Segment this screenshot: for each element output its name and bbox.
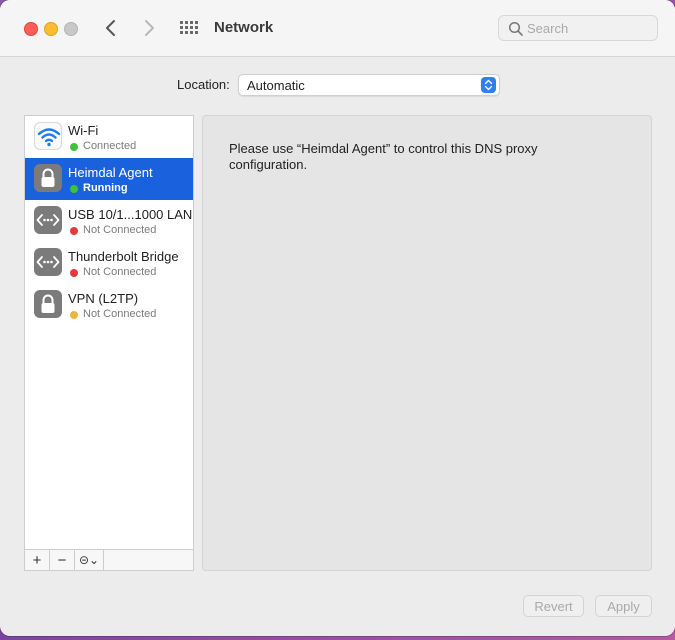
location-popup[interactable]: Automatic [238, 74, 500, 96]
service-status: Running [83, 182, 128, 194]
zoom-window-button[interactable] [64, 22, 78, 36]
service-name: Thunderbolt Bridge [68, 249, 179, 264]
wifi-icon [34, 122, 62, 150]
ethernet-icon [34, 248, 62, 276]
service-status: Not Connected [83, 308, 157, 320]
search-input[interactable] [527, 19, 652, 37]
grid-icon [180, 21, 198, 34]
ethernet-icon [34, 206, 62, 234]
popup-stepper-icon [481, 77, 496, 93]
service-list: Wi-Fi Connected Heimdal Agent Running US… [24, 115, 194, 571]
location-value: Automatic [247, 78, 305, 93]
status-dot [70, 311, 78, 319]
service-status: Connected [83, 140, 137, 152]
lock-icon [34, 290, 62, 318]
search-icon [508, 21, 524, 37]
window-title: Network [214, 19, 274, 36]
service-status: Not Connected [83, 266, 157, 278]
add-service-button[interactable]: + [25, 550, 50, 570]
service-detail-pane: Please use “Heimdal Agent” to control th… [202, 115, 652, 571]
service-item-usb-lan[interactable]: USB 10/1...1000 LAN Not Connected [25, 200, 193, 242]
service-name: Heimdal Agent [68, 165, 153, 180]
status-dot [70, 269, 78, 277]
status-dot [70, 185, 78, 193]
forward-button[interactable] [138, 17, 160, 39]
chevron-left-icon [106, 20, 115, 36]
remove-service-button[interactable]: − [50, 550, 75, 570]
search-field[interactable] [498, 15, 658, 41]
action-menu-button[interactable]: ⊝⌄ [75, 550, 104, 570]
service-name: USB 10/1...1000 LAN [68, 207, 193, 222]
revert-button[interactable]: Revert [523, 595, 584, 617]
service-name: VPN (L2TP) [68, 291, 139, 306]
lock-icon [34, 164, 62, 192]
service-item-vpn-l2tp[interactable]: VPN (L2TP) Not Connected [25, 284, 193, 326]
chevron-right-icon [145, 20, 154, 36]
dns-proxy-message: Please use “Heimdal Agent” to control th… [229, 141, 538, 172]
close-window-button[interactable] [24, 22, 38, 36]
service-status: Not Connected [83, 224, 157, 236]
location-label: Location: [177, 77, 230, 92]
network-preferences-window: Network Location: Automatic [0, 0, 675, 636]
status-dot [70, 227, 78, 235]
minimize-window-button[interactable] [44, 22, 58, 36]
service-item-heimdal-agent[interactable]: Heimdal Agent Running [25, 158, 193, 200]
toolbar: Network [0, 0, 675, 57]
status-dot [70, 143, 78, 151]
service-name: Wi-Fi [68, 123, 99, 138]
service-list-controls: + − ⊝⌄ [25, 549, 193, 570]
show-all-button[interactable] [178, 18, 200, 40]
apply-button[interactable]: Apply [595, 595, 652, 617]
service-item-thunderbolt-bridge[interactable]: Thunderbolt Bridge Not Connected [25, 242, 193, 284]
service-item-wi-fi[interactable]: Wi-Fi Connected [25, 116, 193, 158]
back-button[interactable] [100, 17, 122, 39]
